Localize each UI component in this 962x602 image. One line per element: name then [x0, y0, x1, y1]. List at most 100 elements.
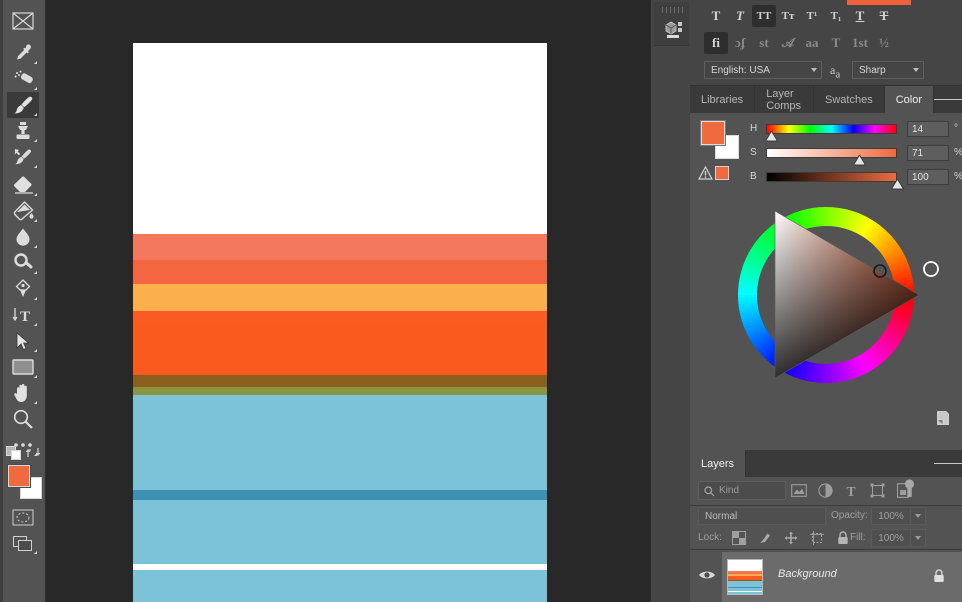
fractions[interactable]: ½	[872, 32, 896, 54]
small-caps[interactable]: Tᴛ	[776, 5, 800, 27]
opacity-stepper[interactable]	[911, 507, 926, 525]
color-wheel-area[interactable]	[690, 173, 962, 433]
path-selection-tool[interactable]	[7, 328, 39, 354]
panel-menu-icon[interactable]	[934, 450, 962, 477]
saturation-value-triangle[interactable]	[775, 211, 919, 378]
hue-slider-thumb[interactable]	[765, 131, 779, 142]
tab-swatches[interactable]: Swatches	[814, 86, 885, 113]
hue-ring-marker[interactable]	[923, 261, 939, 277]
lock-position-icon[interactable]	[782, 529, 800, 547]
fill-value[interactable]: 100%	[871, 529, 911, 547]
ordinals[interactable]: 1st	[848, 32, 872, 54]
saturation-slider-label: S	[750, 147, 757, 158]
opacity-value[interactable]: 100%	[871, 507, 911, 525]
tab-label: Swatches	[825, 93, 873, 106]
antialias-select[interactable]: Sharp	[852, 61, 924, 79]
collapsed-panel-group[interactable]	[654, 2, 689, 46]
screen-mode-button[interactable]	[7, 530, 39, 556]
dodge-tool[interactable]	[7, 250, 39, 276]
spot-healing-brush-tool[interactable]	[7, 66, 39, 92]
oldstyle[interactable]: aa	[800, 32, 824, 54]
layer-blend-bar: Normal Opacity: 100%	[690, 505, 962, 527]
subscript[interactable]: T₁	[824, 5, 848, 27]
hue-slider-value[interactable]: 14	[907, 121, 949, 137]
artwork-canvas[interactable]	[133, 43, 547, 602]
titling-alternates[interactable]: T	[824, 32, 848, 54]
quick-mask-button[interactable]	[7, 504, 39, 530]
strikethrough[interactable]: T	[872, 5, 896, 27]
layer-locked-icon[interactable]	[932, 568, 946, 583]
tab-label: Layer Comps	[766, 87, 802, 112]
all-caps[interactable]: TT	[752, 5, 776, 27]
filter-adjustment-layers-icon[interactable]	[816, 481, 834, 500]
faux-bold[interactable]: T	[704, 5, 728, 27]
history-brush-tool[interactable]	[7, 144, 39, 170]
default-colors-button[interactable]	[6, 446, 22, 465]
water-white-streak	[133, 563, 547, 571]
fill-stepper[interactable]	[911, 529, 926, 547]
zoom-tool[interactable]	[7, 406, 39, 432]
contextual-alternates[interactable]: ɔʄ	[728, 32, 752, 54]
chevron-down-icon	[915, 514, 921, 518]
vertical-type-tool[interactable]: T	[7, 302, 39, 328]
document-canvas-area[interactable]	[46, 0, 650, 602]
rectangle-tool[interactable]	[7, 354, 39, 380]
hue-slider-track[interactable]	[766, 124, 897, 134]
pen-tool[interactable]	[7, 276, 39, 302]
foreground-background-colors[interactable]	[8, 465, 42, 499]
layer-filter-kind-select[interactable]: Kind	[698, 481, 786, 500]
discretionary-ligatures[interactable]: st	[752, 32, 776, 54]
panel-grip[interactable]	[662, 7, 686, 13]
artboard-tool[interactable]	[7, 8, 39, 34]
saturation-slider-unit: %	[954, 145, 962, 161]
clone-stamp-tool[interactable]	[7, 118, 39, 144]
table-row[interactable]: Background	[690, 552, 962, 602]
tab-layers[interactable]: Layers	[690, 450, 747, 477]
lock-image-pixels-icon[interactable]	[756, 529, 774, 547]
saturation-slider[interactable]: S 71%	[750, 145, 962, 166]
tab-color[interactable]: Color	[884, 86, 934, 113]
tab-layer-comps[interactable]: Layer Comps	[755, 86, 814, 113]
language-select[interactable]: English: USA	[704, 61, 822, 79]
create-new-swatch-icon[interactable]	[936, 411, 950, 425]
underline-glyph: T	[855, 8, 865, 23]
layer-name[interactable]: Background	[778, 568, 837, 580]
hue-slider[interactable]: H 14 °	[750, 121, 958, 142]
blur-tool[interactable]	[7, 224, 39, 250]
panel-menu-icon[interactable]	[934, 86, 962, 113]
saturation-slider-value[interactable]: 71	[907, 145, 949, 161]
subscript-glyph: T₁	[830, 10, 842, 22]
color-wheel[interactable]	[690, 173, 962, 433]
filter-type-layers-icon[interactable]: T	[842, 481, 860, 500]
3d-panel-icon[interactable]	[663, 18, 685, 40]
faux-italic[interactable]: T	[728, 5, 752, 27]
gradient-tool[interactable]	[7, 198, 39, 224]
tab-libraries[interactable]: Libraries	[690, 86, 756, 113]
layer-filter-kind-value: Kind	[719, 485, 740, 496]
saturation-slider-thumb[interactable]	[853, 155, 866, 166]
lock-artboard-nesting-icon[interactable]	[808, 529, 826, 547]
superscript[interactable]: T¹	[800, 5, 824, 27]
filter-toggle-switch[interactable]	[903, 479, 916, 499]
lock-transparent-pixels-icon[interactable]	[730, 529, 748, 547]
swash[interactable]: 𝒜	[776, 32, 800, 54]
foreground-color-swatch[interactable]	[8, 465, 30, 487]
fractions-glyph: ½	[879, 35, 889, 50]
sky-white	[133, 43, 547, 248]
swap-colors-button[interactable]	[25, 446, 41, 464]
eyedropper-tool[interactable]	[7, 40, 39, 66]
filter-shape-layers-icon[interactable]	[868, 481, 886, 500]
standard-ligatures[interactable]: fi	[704, 32, 728, 54]
brush-tool[interactable]	[7, 92, 39, 118]
collapsed-panel-rail[interactable]	[650, 0, 690, 602]
filter-pixel-layers-icon[interactable]	[790, 481, 808, 500]
eraser-tool[interactable]	[7, 172, 39, 198]
tab-label: Layers	[701, 457, 735, 470]
underline[interactable]: T	[848, 5, 872, 27]
saturation-slider-track[interactable]	[766, 148, 897, 158]
blend-mode-select[interactable]: Normal	[698, 507, 826, 525]
hand-tool[interactable]	[7, 380, 39, 406]
layer-thumbnail[interactable]	[727, 559, 763, 595]
layer-visibility-icon[interactable]	[698, 568, 716, 582]
foreground-color-swatch[interactable]	[701, 121, 725, 145]
